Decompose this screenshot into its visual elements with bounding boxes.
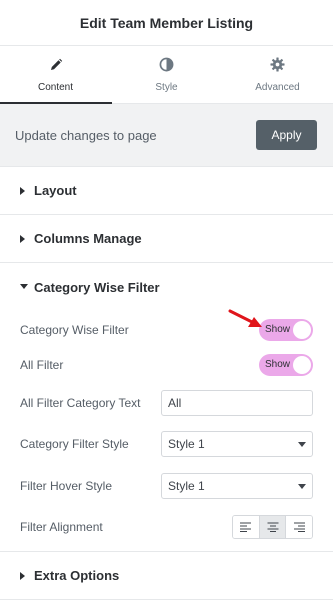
hover-style-row: Filter Hover Style Style 1: [20, 465, 313, 507]
all-filter-text-label: All Filter Category Text: [20, 396, 141, 410]
tab-content[interactable]: Content: [0, 46, 111, 103]
align-left-icon: [239, 522, 251, 532]
category-filter-controls: Category Wise Filter Show All Filter Sho…: [0, 311, 333, 552]
chevron-down-icon: [298, 441, 306, 447]
caret-right-icon: [20, 571, 34, 580]
section-extra-title: Extra Options: [34, 568, 120, 583]
gear-icon: [270, 57, 286, 73]
alignment-choices: [232, 515, 313, 539]
tab-advanced[interactable]: Advanced: [222, 46, 333, 103]
hover-style-label: Filter Hover Style: [20, 479, 113, 493]
update-text: Update changes to page: [15, 127, 157, 143]
tab-style[interactable]: Style: [111, 46, 222, 103]
panel-header: Edit Team Member Listing: [0, 0, 333, 46]
section-category-wise-filter[interactable]: Category Wise Filter: [0, 263, 333, 311]
align-right-button[interactable]: [286, 516, 312, 538]
caret-down-icon: [20, 284, 34, 290]
category-style-label: Category Filter Style: [20, 437, 129, 451]
section-category-title: Category Wise Filter: [34, 279, 160, 295]
category-filter-toggle[interactable]: Show: [259, 319, 313, 341]
tab-style-label: Style: [155, 81, 178, 93]
editor-panel: Edit Team Member Listing Content Style A…: [0, 0, 333, 604]
section-columns-title: Columns Manage: [34, 231, 142, 246]
category-style-row: Category Filter Style Style 1: [20, 423, 313, 465]
tab-content-label: Content: [37, 81, 74, 93]
apply-button[interactable]: Apply: [256, 120, 317, 150]
hover-style-select[interactable]: Style 1: [161, 473, 313, 499]
select-value: Style 1: [168, 479, 205, 493]
align-right-icon: [294, 522, 306, 532]
align-center-icon: [267, 522, 278, 532]
section-layout[interactable]: Layout: [0, 167, 333, 215]
align-center-button[interactable]: [259, 516, 287, 538]
active-tab-indicator: [0, 102, 112, 104]
section-layout-title: Layout: [34, 183, 77, 198]
caret-right-icon: [20, 234, 34, 243]
panel-title: Edit Team Member Listing: [79, 14, 254, 31]
all-filter-text-row: All Filter Category Text: [20, 383, 313, 423]
category-filter-row: Category Wise Filter Show: [20, 311, 313, 347]
alignment-label: Filter Alignment: [20, 520, 103, 534]
alignment-row: Filter Alignment: [20, 507, 313, 551]
all-filter-label: All Filter: [20, 358, 64, 372]
caret-right-icon: [20, 186, 34, 195]
toggle-knob: [293, 321, 311, 339]
align-left-button[interactable]: [233, 516, 260, 538]
select-value: Style 1: [168, 437, 205, 451]
section-extra-options[interactable]: Extra Options: [0, 552, 333, 600]
toggle-text: Show: [265, 359, 291, 370]
annotation-arrow-icon: [228, 309, 262, 327]
tab-bar: Content Style Advanced: [0, 46, 333, 104]
tab-advanced-label: Advanced: [255, 81, 300, 93]
section-columns-manage[interactable]: Columns Manage: [0, 215, 333, 263]
contrast-icon: [159, 57, 175, 73]
category-filter-label: Category Wise Filter: [20, 323, 129, 337]
all-filter-row: All Filter Show: [20, 347, 313, 383]
toggle-text: Show: [265, 324, 291, 335]
pencil-icon: [48, 57, 64, 73]
all-filter-toggle[interactable]: Show: [259, 354, 313, 376]
category-style-select[interactable]: Style 1: [161, 431, 313, 457]
all-filter-text-input[interactable]: [161, 390, 313, 416]
update-notice: Update changes to page Apply: [0, 104, 333, 167]
toggle-knob: [293, 356, 311, 374]
chevron-down-icon: [298, 483, 306, 489]
